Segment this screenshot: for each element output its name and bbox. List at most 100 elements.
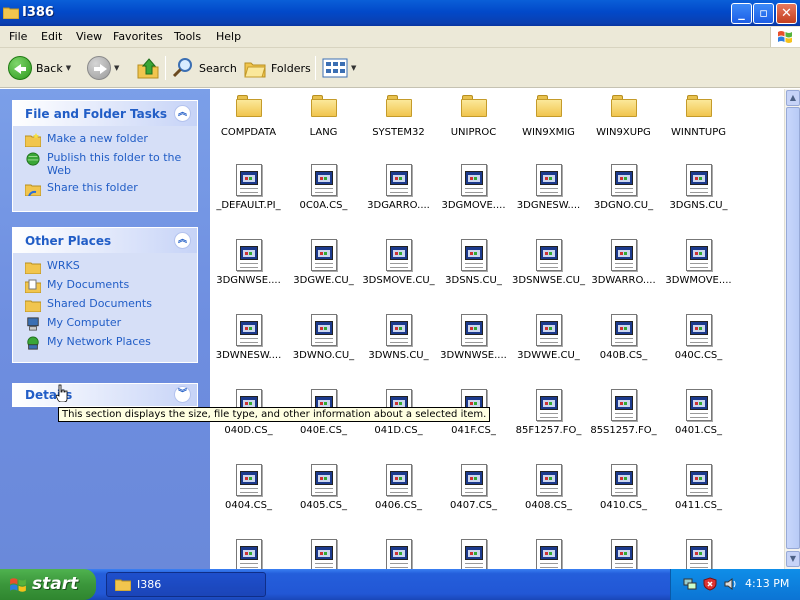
file-item[interactable]: 3DGMOVE.... — [436, 164, 511, 211]
file-item[interactable]: 3DWNESW.... — [211, 314, 286, 361]
windows-flag-icon — [778, 31, 792, 43]
compressed-file-icon — [310, 239, 337, 271]
file-item[interactable]: 3DWWE.CU_ — [511, 314, 586, 361]
file-item[interactable]: 3DWNO.CU_ — [286, 314, 361, 361]
folder-item[interactable]: WIN9XUPG — [586, 95, 661, 138]
back-button[interactable]: Back ▼ — [8, 54, 71, 82]
folder-icon — [610, 95, 637, 117]
compressed-file-icon — [310, 314, 337, 346]
menu-tools[interactable]: Tools — [174, 30, 201, 43]
folder-icon — [460, 95, 487, 117]
file-item[interactable]: 3DWNS.CU_ — [361, 314, 436, 361]
file-item[interactable] — [661, 539, 736, 569]
file-item[interactable]: 3DWMOVE.... — [661, 239, 736, 286]
file-folder-tasks-panel: File and Folder Tasks ︽ Make a new folde… — [12, 100, 198, 212]
folder-item[interactable]: LANG — [286, 95, 361, 138]
other-places-header[interactable]: Other Places ︽ — [13, 228, 197, 253]
item-label: 0406.CS_ — [375, 500, 422, 511]
scroll-down-button[interactable]: ▼ — [786, 551, 800, 567]
file-item[interactable]: 3DGNO.CU_ — [586, 164, 661, 211]
collapse-chevron-icon[interactable]: ︽ — [174, 105, 191, 122]
file-item[interactable]: 85S1257.FO_ — [586, 389, 661, 436]
toolbar: Back ▼ ▼ Search Folders ▼ — [0, 48, 800, 88]
volume-tray-icon[interactable] — [723, 577, 737, 591]
file-item[interactable]: 040B.CS_ — [586, 314, 661, 361]
folder-item[interactable]: UNIPROC — [436, 95, 511, 138]
file-item[interactable]: 3DSNWSE.CU_ — [511, 239, 586, 286]
folder-item[interactable]: SYSTEM32 — [361, 95, 436, 138]
file-item[interactable] — [511, 539, 586, 569]
folders-button[interactable]: Folders — [243, 54, 311, 82]
collapse-chevron-icon[interactable]: ︽ — [174, 232, 191, 249]
taskbar-window-button[interactable]: I386 — [106, 572, 266, 597]
file-item[interactable]: 3DWNWSE.... — [436, 314, 511, 361]
maximize-button[interactable]: ▫ — [753, 3, 774, 24]
file-item[interactable]: 3DSMOVE.CU_ — [361, 239, 436, 286]
file-item[interactable] — [436, 539, 511, 569]
file-item[interactable]: 3DWARRO.... — [586, 239, 661, 286]
item-label: 3DWNWSE.... — [440, 350, 507, 361]
security-shield-icon[interactable] — [703, 577, 717, 591]
expand-chevron-icon[interactable]: ︾ — [174, 386, 191, 403]
details-header[interactable]: Details ︾ — [13, 384, 197, 406]
scrollbar-thumb[interactable] — [786, 107, 800, 549]
place-wrks-link[interactable]: WRKS — [25, 259, 197, 274]
file-item[interactable]: 0408.CS_ — [511, 464, 586, 511]
file-item[interactable] — [286, 539, 361, 569]
menu-view[interactable]: View — [76, 30, 102, 43]
file-item[interactable]: 040C.CS_ — [661, 314, 736, 361]
compressed-file-icon — [685, 239, 712, 271]
toolbar-separator — [165, 56, 166, 80]
file-item[interactable]: 3DGNWSE.... — [211, 239, 286, 286]
place-my-documents-link[interactable]: My Documents — [25, 278, 197, 293]
place-my-computer-link[interactable]: My Computer — [25, 316, 197, 331]
file-item[interactable]: 3DGNS.CU_ — [661, 164, 736, 211]
share-folder-link[interactable]: Share this folder — [25, 181, 197, 196]
start-button[interactable]: start — [0, 569, 96, 600]
file-item[interactable]: 0C0A.CS_ — [286, 164, 361, 211]
folder-item[interactable]: COMPDATA — [211, 95, 286, 138]
publish-folder-web-link[interactable]: Publish this folder to the Web — [25, 151, 197, 177]
up-folder-button[interactable] — [136, 54, 160, 82]
task-pane: File and Folder Tasks ︽ Make a new folde… — [0, 89, 210, 569]
make-new-folder-link[interactable]: Make a new folder — [25, 132, 197, 147]
file-item[interactable]: 3DGARRO.... — [361, 164, 436, 211]
menu-edit[interactable]: Edit — [41, 30, 62, 43]
close-button[interactable]: ✕ — [776, 3, 797, 24]
menu-help[interactable]: Help — [216, 30, 241, 43]
file-item[interactable]: 0404.CS_ — [211, 464, 286, 511]
place-my-network-places-link[interactable]: My Network Places — [25, 335, 197, 350]
network-tray-icon[interactable] — [683, 577, 697, 591]
compressed-file-icon — [310, 539, 337, 569]
file-item[interactable]: 0410.CS_ — [586, 464, 661, 511]
file-item[interactable] — [211, 539, 286, 569]
file-item[interactable]: 3DSNS.CU_ — [436, 239, 511, 286]
scroll-up-button[interactable]: ▲ — [786, 90, 800, 106]
file-item[interactable]: _DEFAULT.PI_ — [211, 164, 286, 211]
compressed-file-icon — [610, 464, 637, 496]
search-button[interactable]: Search — [171, 54, 237, 82]
forward-button[interactable]: ▼ — [87, 54, 119, 82]
place-shared-documents-link[interactable]: Shared Documents — [25, 297, 197, 312]
file-item[interactable] — [361, 539, 436, 569]
views-button[interactable]: ▼ — [322, 54, 356, 82]
folder-item[interactable]: WINNTUPG — [661, 95, 736, 138]
file-item[interactable]: 85F1257.FO_ — [511, 389, 586, 436]
file-item[interactable]: 0407.CS_ — [436, 464, 511, 511]
file-item[interactable]: 0411.CS_ — [661, 464, 736, 511]
search-icon — [172, 58, 192, 78]
minimize-button[interactable]: _ — [731, 3, 752, 24]
file-item[interactable] — [586, 539, 661, 569]
file-item[interactable]: 0401.CS_ — [661, 389, 736, 436]
file-item[interactable]: 0405.CS_ — [286, 464, 361, 511]
menu-file[interactable]: File — [9, 30, 27, 43]
file-item[interactable]: 3DGNESW.... — [511, 164, 586, 211]
menu-favorites[interactable]: Favorites — [113, 30, 163, 43]
folder-icon — [385, 95, 412, 117]
vertical-scrollbar[interactable]: ▲ ▼ — [784, 89, 800, 569]
file-item[interactable]: 0406.CS_ — [361, 464, 436, 511]
folder-item[interactable]: WIN9XMIG — [511, 95, 586, 138]
file-folder-tasks-header[interactable]: File and Folder Tasks ︽ — [13, 101, 197, 126]
file-item[interactable]: 3DGWE.CU_ — [286, 239, 361, 286]
chevron-down-icon: ▼ — [114, 64, 120, 72]
